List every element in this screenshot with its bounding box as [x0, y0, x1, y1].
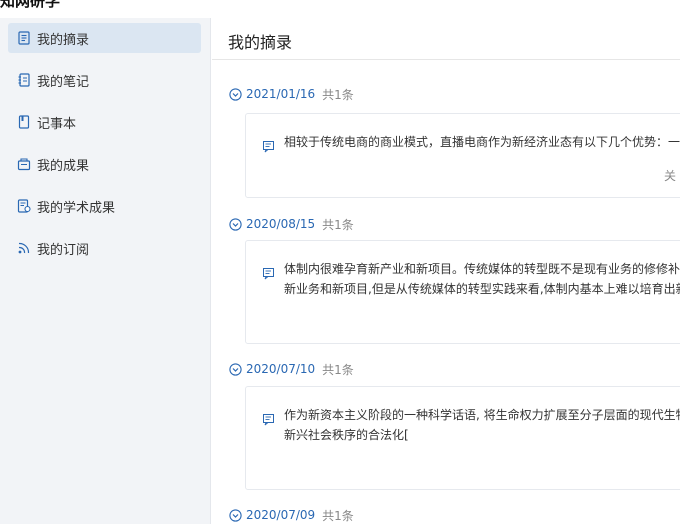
card-more-link[interactable]: 关	[664, 167, 676, 184]
main-content: 我的摘录 2021/01/16 共1条 相较于传统电商的商业模式，直播电商作为新…	[212, 18, 680, 524]
excerpt-card[interactable]: 作为新资本主义阶段的一种科学话语, 将生命权力扩展至分子层面的现代生物 新兴社会秩…	[245, 386, 680, 490]
excerpt-group-header[interactable]: 2020/07/09 共1条	[229, 506, 354, 524]
document-icon	[17, 31, 31, 45]
excerpt-group-header[interactable]: 2020/07/10 共1条	[229, 360, 354, 378]
excerpt-card[interactable]: 相较于传统电商的商业模式，直播电商作为新经济业态有以下几个优势：一是 关	[245, 113, 680, 198]
sidebar-item-my-excerpts[interactable]: 我的摘录	[8, 23, 201, 53]
sidebar-item-label: 我的订阅	[37, 242, 90, 258]
sidebar-item-label: 我的笔记	[37, 74, 90, 90]
excerpt-icon	[262, 411, 275, 426]
group-date: 2021/01/16	[246, 87, 316, 101]
group-count: 共1条	[322, 362, 354, 377]
chevron-down-icon[interactable]	[229, 87, 242, 101]
group-count: 共1条	[322, 217, 354, 232]
title-bar: 知网研学	[0, 0, 680, 18]
chevron-down-icon[interactable]	[229, 362, 242, 376]
group-date: 2020/08/15	[246, 217, 316, 231]
sidebar-item-academic-achievements[interactable]: 我的学术成果	[8, 191, 201, 221]
excerpt-text: 体制内很难孕育新产业和新项目。传统媒体的转型既不是现有业务的修修补补 新业务和新项…	[284, 262, 680, 296]
group-count: 共1条	[322, 87, 354, 102]
excerpt-icon	[262, 138, 275, 153]
rss-icon	[17, 241, 31, 255]
chevron-down-icon[interactable]	[229, 508, 242, 522]
group-date: 2020/07/10	[246, 362, 316, 376]
notepad-icon	[17, 115, 31, 129]
app-title: 知网研学	[0, 0, 61, 10]
notebook-icon	[17, 73, 31, 87]
sidebar-item-my-subscriptions[interactable]: 我的订阅	[8, 233, 201, 263]
page-title: 我的摘录	[228, 33, 293, 52]
achievement-icon	[17, 157, 31, 171]
group-date: 2020/07/09	[246, 508, 316, 522]
sidebar-item-label: 我的成果	[37, 158, 90, 174]
sidebar-item-my-notes[interactable]: 我的笔记	[8, 65, 201, 95]
sidebar-item-label: 我的摘录	[37, 32, 90, 48]
excerpt-card[interactable]: 体制内很难孕育新产业和新项目。传统媒体的转型既不是现有业务的修修补补 新业务和新项…	[245, 240, 680, 344]
excerpt-group-header[interactable]: 2021/01/16 共1条	[229, 85, 354, 103]
sidebar-item-label: 记事本	[37, 116, 77, 132]
main-header: 我的摘录	[212, 18, 680, 60]
sidebar: 我的摘录 我的笔记 记事本 我的成果 我的学术成果 我的订阅	[0, 18, 211, 524]
excerpt-icon	[262, 265, 275, 280]
excerpt-group-header[interactable]: 2020/08/15 共1条	[229, 215, 354, 233]
sidebar-item-my-achievements[interactable]: 我的成果	[8, 149, 201, 179]
sidebar-item-notepad[interactable]: 记事本	[8, 107, 201, 137]
sidebar-item-label: 我的学术成果	[37, 200, 116, 216]
excerpt-text: 作为新资本主义阶段的一种科学话语, 将生命权力扩展至分子层面的现代生物 新兴社会秩…	[284, 408, 680, 442]
chevron-down-icon[interactable]	[229, 217, 242, 231]
excerpt-text: 相较于传统电商的商业模式，直播电商作为新经济业态有以下几个优势：一是	[284, 135, 680, 149]
academic-doc-icon	[17, 199, 31, 213]
group-count: 共1条	[322, 508, 354, 523]
